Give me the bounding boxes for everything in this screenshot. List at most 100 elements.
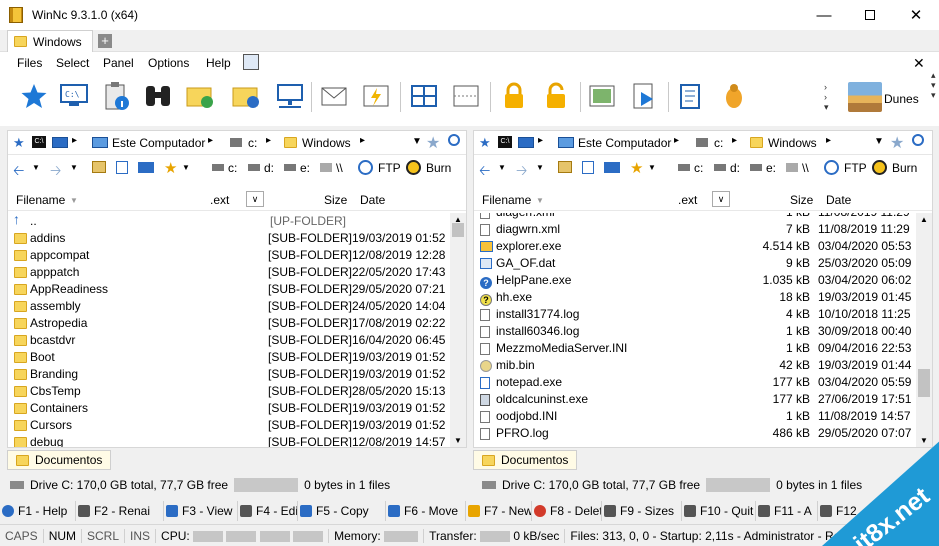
image-viewer-icon[interactable] xyxy=(586,80,618,112)
forward-arrow-icon[interactable]: 🡢 xyxy=(50,160,61,184)
drive-c-button[interactable]: c: xyxy=(228,161,237,175)
drive-d-button[interactable]: d: xyxy=(264,161,274,175)
chevron-down-icon[interactable]: ▼ xyxy=(182,163,190,172)
dunes-theme-icon[interactable] xyxy=(848,82,882,112)
scrollbar[interactable]: ▲ ▼ xyxy=(450,213,466,447)
scrollbar-thumb[interactable] xyxy=(918,369,930,397)
star-icon[interactable] xyxy=(18,80,50,112)
breadcrumb-folder[interactable]: Windows xyxy=(768,136,817,150)
close-button[interactable]: ✕ xyxy=(893,0,939,30)
bug-icon[interactable] xyxy=(718,80,750,112)
toolbar-scroll-icon[interactable]: ▴ ▾ ▾ xyxy=(931,70,936,100)
unlock-icon[interactable] xyxy=(540,80,572,112)
fkey-9-button[interactable]: F9 - Sizes xyxy=(602,501,682,521)
network-computer-icon[interactable] xyxy=(274,80,306,112)
breadcrumb-drive[interactable]: c: xyxy=(714,136,723,150)
chevron-down-icon[interactable]: ▼ xyxy=(32,163,40,172)
chevron-down-icon[interactable]: ▼ xyxy=(536,163,544,172)
network-button[interactable]: \\ xyxy=(336,161,343,175)
file-row[interactable]: mib.bin 42 kB 19/03/2019 01:44 xyxy=(474,357,914,374)
folder-sync-icon[interactable] xyxy=(184,80,216,112)
location-tab-documentos[interactable]: Documentos xyxy=(7,450,112,470)
file-row[interactable]: install60346.log 1 kB 30/09/2018 00:40 xyxy=(474,323,914,340)
back-arrow-icon[interactable]: 🡠 xyxy=(13,160,24,184)
minimize-button[interactable]: — xyxy=(801,0,847,30)
file-row[interactable]: apppatch [SUB-FOLDER] 22/05/2020 17:43 xyxy=(8,264,448,281)
monitor-icon[interactable] xyxy=(604,162,620,173)
scrollbar[interactable]: ▲ ▼ xyxy=(916,213,932,447)
drive-c-button[interactable]: c: xyxy=(694,161,703,175)
toolbar-overflow-icon[interactable]: › › ▾ xyxy=(824,82,829,112)
menu-panel[interactable]: Panel xyxy=(103,56,134,70)
menu-help[interactable]: Help xyxy=(206,56,231,70)
address-bar[interactable]: ★ C:\ ▸ Este Computador ▸ c: ▸ Windows ▸… xyxy=(8,131,466,155)
help-info-icon[interactable] xyxy=(243,54,259,70)
tab-windows[interactable]: Windows xyxy=(7,30,93,52)
breadcrumb-computer[interactable]: Este Computador xyxy=(578,136,671,150)
file-row[interactable]: explorer.exe 4.514 kB 03/04/2020 05:53 xyxy=(474,238,914,255)
address-bar[interactable]: ★ C:\ ▸ Este Computador ▸ c: ▸ Windows ▸… xyxy=(474,131,932,155)
file-row[interactable]: diagwrn.xml 7 kB 11/08/2019 11:29 xyxy=(474,221,914,238)
monitor-icon[interactable] xyxy=(138,162,154,173)
ftp-button[interactable]: FTP xyxy=(844,161,867,175)
column-filename[interactable]: Filename xyxy=(16,193,65,207)
single-panel-icon[interactable] xyxy=(450,80,482,112)
cmd-icon[interactable]: C:\ xyxy=(32,136,46,148)
file-row[interactable]: CbsTemp [SUB-FOLDER] 28/05/2020 15:13 xyxy=(8,383,448,400)
bookmark-star-icon[interactable]: ★ xyxy=(426,133,440,153)
fkey-5-button[interactable]: F5 - Copy xyxy=(298,501,386,521)
search-icon[interactable] xyxy=(912,134,924,146)
ftp-button[interactable]: FTP xyxy=(378,161,401,175)
forward-arrow-icon[interactable]: 🡢 xyxy=(516,160,527,184)
fkey-6-button[interactable]: F6 - Move xyxy=(386,501,466,521)
file-row[interactable]: oodjobd.INI 1 kB 11/08/2019 14:57 xyxy=(474,408,914,425)
burn-button[interactable]: Burn xyxy=(892,161,917,175)
lock-icon[interactable] xyxy=(498,80,530,112)
split-panel-icon[interactable] xyxy=(408,80,440,112)
file-row[interactable]: Cursors [SUB-FOLDER] 19/03/2019 01:52 xyxy=(8,417,448,434)
menu-select[interactable]: Select xyxy=(56,56,89,70)
binoculars-icon[interactable] xyxy=(142,80,174,112)
fkey-8-button[interactable]: F8 - Delet xyxy=(532,501,602,521)
fkey-1-button[interactable]: F1 - Help xyxy=(0,501,76,521)
file-row[interactable]: install31774.log 4 kB 10/10/2018 11:25 xyxy=(474,306,914,323)
fkey-11-button[interactable]: F11 - A xyxy=(756,501,818,521)
drive-e-button[interactable]: e: xyxy=(300,161,310,175)
file-row[interactable]: bcastdvr [SUB-FOLDER] 16/04/2020 06:45 xyxy=(8,332,448,349)
breadcrumb-drive[interactable]: c: xyxy=(248,136,257,150)
column-ext[interactable]: .ext xyxy=(678,193,697,207)
chevron-down-icon[interactable]: ▼ xyxy=(648,163,656,172)
column-date[interactable]: Date xyxy=(360,193,385,207)
menu-files[interactable]: Files xyxy=(17,56,42,70)
menu-close-icon[interactable]: ✕ xyxy=(913,55,925,72)
file-row[interactable]: oldcalcuninst.exe 177 kB 27/06/2019 17:51 xyxy=(474,391,914,408)
file-row[interactable]: appcompat [SUB-FOLDER] 12/08/2019 12:28 xyxy=(8,247,448,264)
fkey-4-button[interactable]: F4 - Edit xyxy=(238,501,298,521)
fkey-2-button[interactable]: F2 - Renai xyxy=(76,501,164,521)
file-row[interactable]: Boot [SUB-FOLDER] 19/03/2019 01:52 xyxy=(8,349,448,366)
document-icon[interactable] xyxy=(116,161,128,174)
column-date[interactable]: Date xyxy=(826,193,851,207)
favorites-star-icon[interactable]: ★ xyxy=(630,159,643,177)
file-row[interactable]: diagerr.xml 1 kB 11/08/2019 11:29 xyxy=(474,213,914,221)
file-row[interactable]: debug [SUB-FOLDER] 12/08/2019 14:57 xyxy=(8,434,448,447)
file-row[interactable]: Astropedia [SUB-FOLDER] 17/08/2019 02:22 xyxy=(8,315,448,332)
document-icon[interactable] xyxy=(582,161,594,174)
add-tab-button[interactable]: + xyxy=(98,34,112,48)
mail-stamp-icon[interactable] xyxy=(318,80,350,112)
chevron-down-icon[interactable]: ▼ xyxy=(498,163,506,172)
scroll-down-icon[interactable]: ▼ xyxy=(454,436,462,445)
notepad-icon[interactable] xyxy=(676,80,708,112)
chevron-down-icon[interactable]: ▼ xyxy=(70,163,78,172)
column-size[interactable]: Size xyxy=(790,193,813,207)
chevron-down-icon[interactable]: ▼ xyxy=(412,136,422,147)
breadcrumb-folder[interactable]: Windows xyxy=(302,136,351,150)
computer-cmd-icon[interactable]: C:\ xyxy=(58,80,90,112)
search-icon[interactable] xyxy=(448,134,460,146)
column-size[interactable]: Size xyxy=(324,193,347,207)
file-row[interactable]: ? HelpPane.exe 1.035 kB 03/04/2020 06:02 xyxy=(474,272,914,289)
drive-e-button[interactable]: e: xyxy=(766,161,776,175)
video-file-icon[interactable] xyxy=(628,80,660,112)
theme-label[interactable]: Dunes xyxy=(884,92,919,106)
favorite-star-icon[interactable]: ★ xyxy=(479,135,491,151)
